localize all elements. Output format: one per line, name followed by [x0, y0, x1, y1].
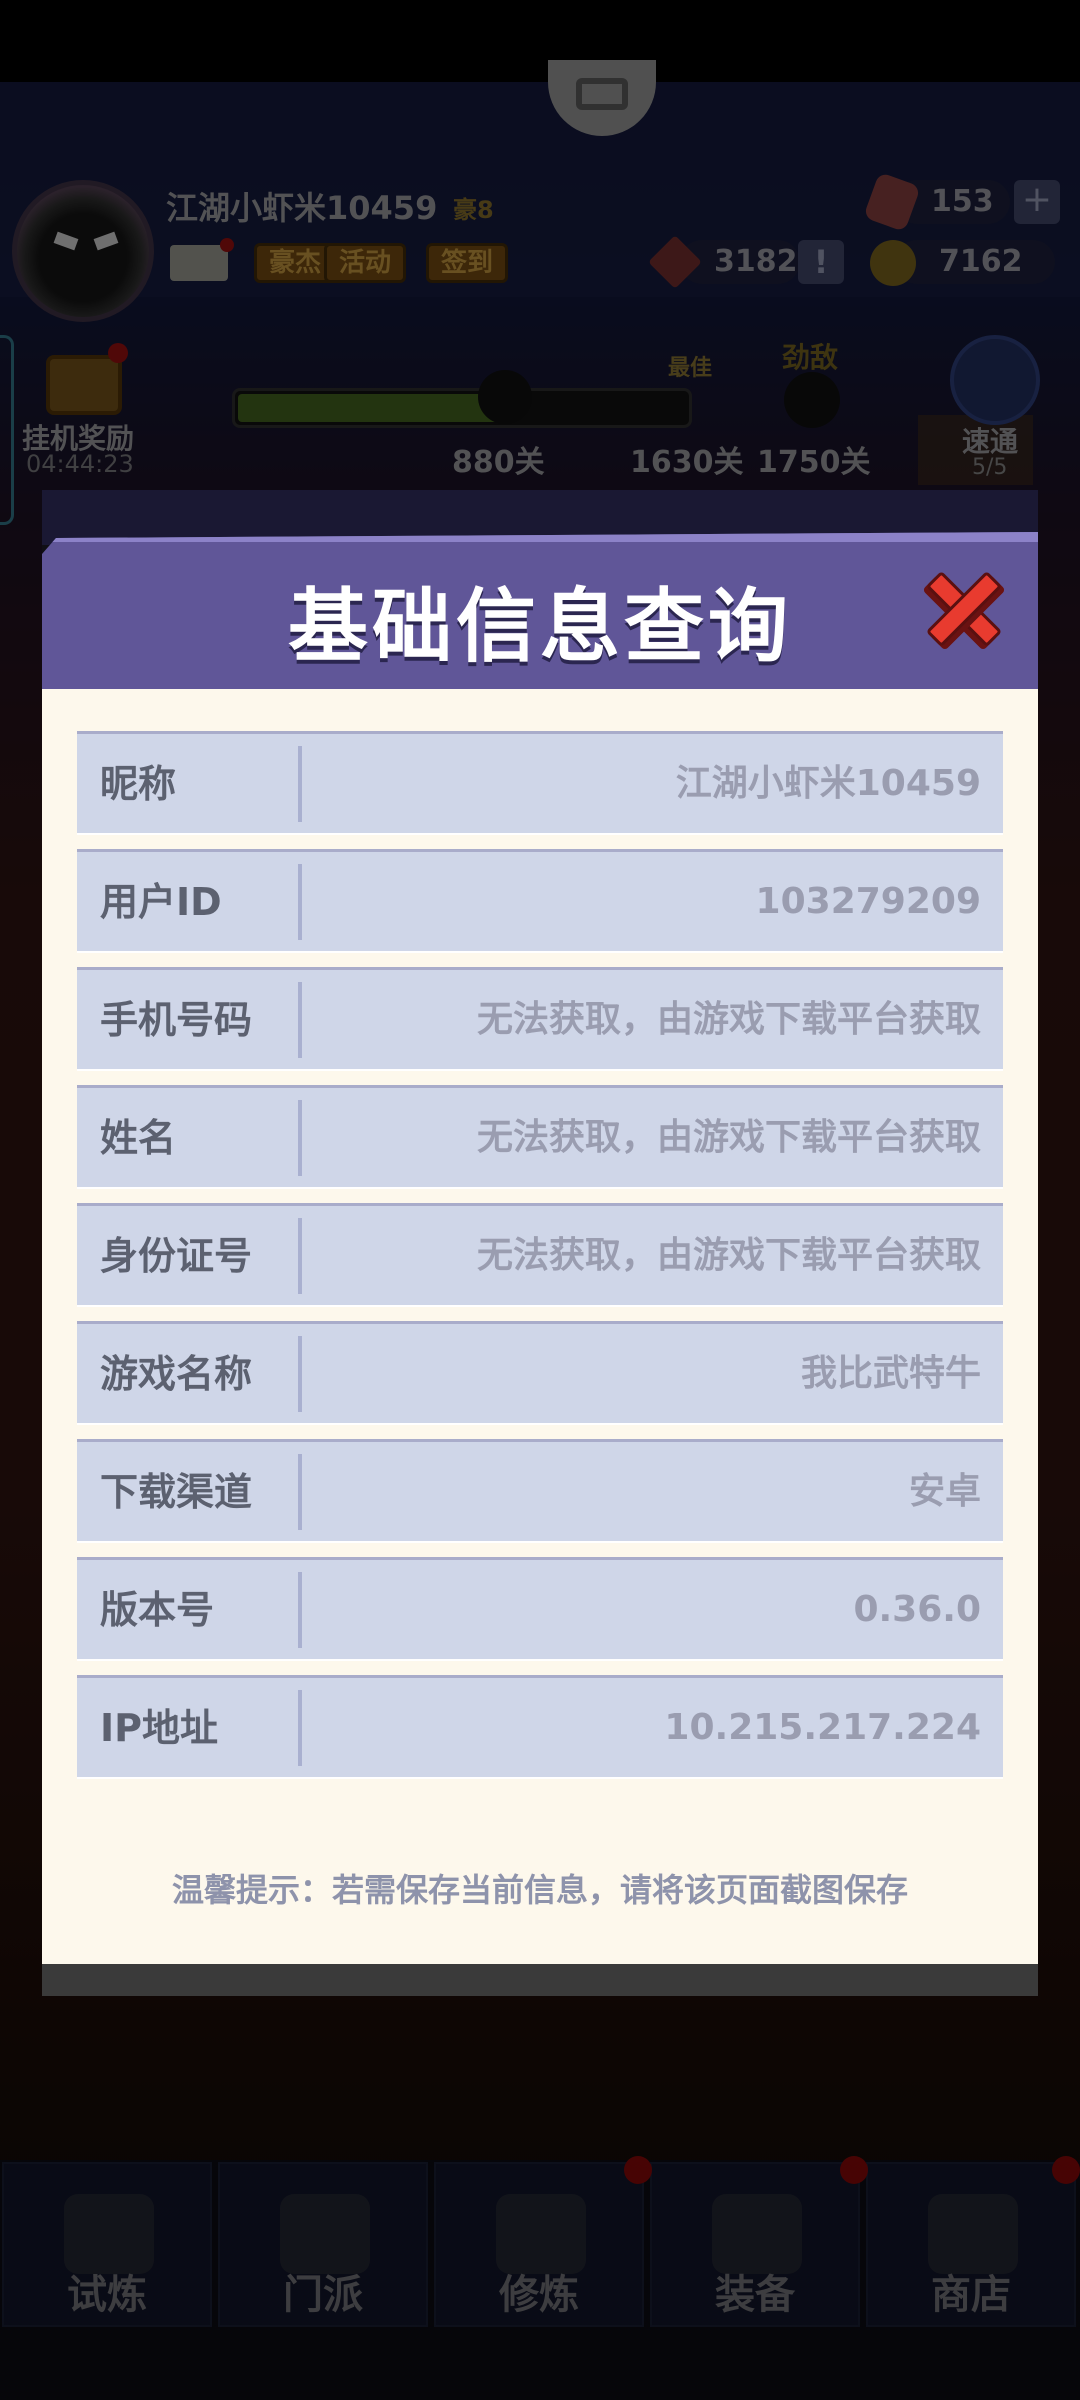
info-label: 版本号 — [100, 1588, 215, 1632]
info-value: 江湖小虾米10459 — [675, 763, 981, 804]
row-divider — [298, 982, 302, 1058]
info-label: IP地址 — [100, 1706, 218, 1750]
info-label: 昵称 — [100, 762, 177, 806]
info-row-name: 姓名 无法获取，由游戏下载平台获取 — [77, 1085, 1003, 1189]
info-value: 我比武特牛 — [800, 1353, 981, 1394]
info-value: 无法获取，由游戏下载平台获取 — [476, 999, 981, 1040]
info-row-phone: 手机号码 无法获取，由游戏下载平台获取 — [77, 967, 1003, 1071]
info-label: 游戏名称 — [100, 1352, 253, 1396]
info-label: 姓名 — [100, 1116, 177, 1160]
info-label: 手机号码 — [100, 998, 253, 1042]
row-divider — [298, 1218, 302, 1294]
row-divider — [298, 1336, 302, 1412]
info-label: 下载渠道 — [100, 1470, 253, 1514]
dialog-shadow — [42, 1962, 1038, 1996]
info-value: 安卓 — [908, 1471, 981, 1512]
info-value: 无法获取，由游戏下载平台获取 — [476, 1235, 981, 1276]
row-divider — [298, 1690, 302, 1766]
close-button[interactable] — [917, 562, 1009, 654]
info-row-ip: IP地址 10.215.217.224 — [77, 1675, 1003, 1779]
row-divider — [298, 1454, 302, 1530]
info-row-channel: 下载渠道 安卓 — [77, 1439, 1003, 1543]
save-tip: 温馨提示：若需保存当前信息，请将该页面截图保存 — [171, 1871, 908, 1909]
info-value: 103279209 — [755, 881, 981, 922]
info-value: 0.36.0 — [853, 1589, 981, 1630]
row-divider — [298, 864, 302, 940]
info-row-version: 版本号 0.36.0 — [77, 1557, 1003, 1661]
row-divider — [298, 1100, 302, 1176]
row-divider — [298, 1572, 302, 1648]
info-row-user-id: 用户ID 103279209 — [77, 849, 1003, 953]
info-label: 身份证号 — [100, 1234, 253, 1278]
info-row-id-number: 身份证号 无法获取，由游戏下载平台获取 — [77, 1203, 1003, 1307]
dialog-body: 昵称 江湖小虾米10459 用户ID 103279209 手机号码 无法获取，由… — [42, 689, 1038, 1964]
info-row-nickname: 昵称 江湖小虾米10459 — [77, 731, 1003, 835]
info-value: 无法获取，由游戏下载平台获取 — [476, 1117, 981, 1158]
dialog-header: 基础信息查询 — [42, 532, 1038, 689]
dialog-title: 基础信息查询 — [288, 580, 792, 673]
info-dialog: 基础信息查询 昵称 江湖小虾米10459 用户ID 103279209 手机号码… — [42, 532, 1038, 1964]
info-row-game-name: 游戏名称 我比武特牛 — [77, 1321, 1003, 1425]
info-value: 10.215.217.224 — [664, 1707, 981, 1748]
info-label: 用户ID — [100, 880, 222, 924]
row-divider — [298, 746, 302, 822]
